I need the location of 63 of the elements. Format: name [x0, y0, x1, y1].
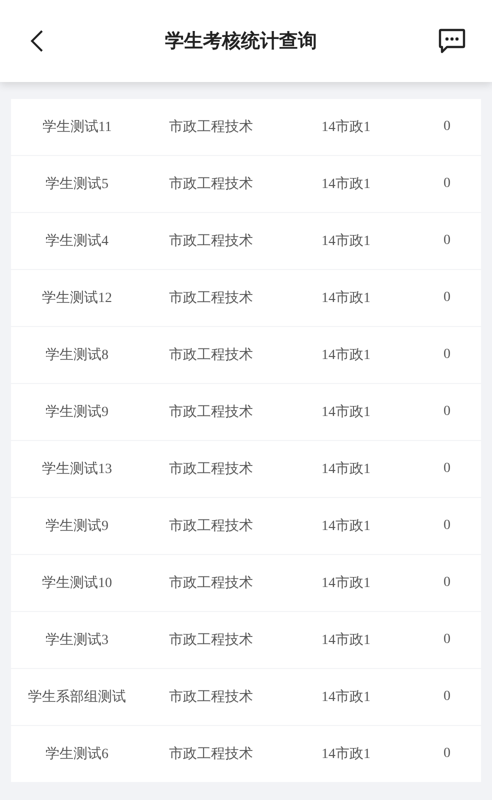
table-cell-text: 市政工程技术 — [168, 175, 254, 193]
table-cell-text: 14市政1 — [320, 289, 372, 307]
table-cell-text: 市政工程技术 — [168, 460, 254, 478]
table-cell-text: 市政工程技术 — [168, 631, 254, 649]
table-cell-text: 0 — [442, 575, 452, 591]
table-cell-text: 市政工程技术 — [168, 346, 254, 364]
table-cell-text: 市政工程技术 — [168, 574, 254, 592]
table-cell-text: 市政工程技术 — [168, 403, 254, 421]
table-cell-text: 市政工程技术 — [168, 745, 254, 763]
table-cell-text: 14市政1 — [320, 232, 372, 250]
table-cell-text: 学生测试6 — [44, 746, 110, 763]
table-cell-text: 0 — [442, 176, 452, 192]
table-row[interactable]: 学生测试9 市政工程技术 14市政1 0 — [11, 384, 481, 440]
table-cell-text: 市政工程技术 — [168, 289, 254, 307]
back-icon[interactable] — [30, 29, 44, 53]
table-cell-text: 0 — [442, 404, 452, 420]
table-cell-text: 学生测试12 — [41, 290, 113, 307]
table-cell-text: 14市政1 — [320, 631, 372, 649]
table-cell-text: 市政工程技术 — [168, 517, 254, 535]
table-cell-text: 0 — [442, 119, 452, 135]
table-cell-text: 学生测试13 — [41, 460, 113, 478]
table-cell-text: 14市政1 — [320, 574, 372, 592]
table-cell-text: 学生系部组测试 — [27, 688, 127, 706]
table-cell-text: 学生测试8 — [44, 346, 110, 364]
table-cell-text: 14市政1 — [320, 517, 372, 535]
table-cell-text: 学生测试11 — [41, 118, 113, 136]
table-row[interactable]: 学生系部组测试 市政工程技术 14市政1 0 — [11, 669, 481, 725]
table-cell-text: 0 — [442, 746, 452, 762]
table-cell-text: 0 — [442, 290, 452, 306]
table-cell-text: 学生测试4 — [44, 232, 110, 250]
table-row[interactable]: 学生测试9 市政工程技术 14市政1 0 — [11, 498, 481, 554]
table-cell-text: 学生测试10 — [41, 574, 113, 592]
table-cell-text: 学生测试3 — [44, 632, 110, 649]
table-cell-text: 学生测试5 — [44, 176, 110, 193]
table-cell-text: 0 — [442, 689, 452, 705]
table-cell-text: 14市政1 — [320, 403, 372, 421]
table-row[interactable]: 学生测试8 市政工程技术 14市政1 0 — [11, 327, 481, 383]
table-row[interactable]: 学生测试5 市政工程技术 14市政1 0 — [11, 156, 481, 212]
table-row[interactable]: 学生测试6 市政工程技术 14市政1 0 — [11, 726, 481, 782]
table-cell-text: 市政工程技术 — [168, 118, 254, 136]
table-cell-text: 0 — [442, 347, 452, 363]
table-row[interactable]: 学生测试10 市政工程技术 14市政1 0 — [11, 555, 481, 611]
table-cell-text: 学生测试9 — [44, 518, 110, 535]
table-row[interactable]: 学生测试3 市政工程技术 14市政1 0 — [11, 612, 481, 668]
table-cell-text: 0 — [442, 233, 452, 249]
table-cell-text: 14市政1 — [320, 346, 372, 364]
table-cell-text: 14市政1 — [320, 745, 372, 763]
table-cell-text: 0 — [442, 461, 452, 477]
table-cell-text: 14市政1 — [320, 460, 372, 478]
table-cell-text: 市政工程技术 — [168, 232, 254, 250]
table-row[interactable]: 学生测试12 市政工程技术 14市政1 0 — [11, 270, 481, 326]
table-cell-text: 学生测试9 — [44, 404, 110, 421]
table-cell-text: 0 — [442, 518, 452, 534]
table-row[interactable]: 学生测试4 市政工程技术 14市政1 0 — [11, 213, 481, 269]
table-cell-text: 14市政1 — [320, 688, 372, 706]
table-cell-text: 0 — [442, 632, 452, 648]
table-cell-text: 市政工程技术 — [168, 688, 254, 706]
table-row[interactable]: 学生测试11 市政工程技术 14市政1 0 — [11, 99, 481, 155]
page-title: 学生考核统计查询 — [165, 29, 317, 54]
table-cell-text: 14市政1 — [320, 118, 372, 136]
message-icon[interactable] — [438, 28, 466, 54]
table-row[interactable]: 学生测试13 市政工程技术 14市政1 0 — [11, 441, 481, 497]
table-cell-text: 14市政1 — [320, 175, 372, 193]
